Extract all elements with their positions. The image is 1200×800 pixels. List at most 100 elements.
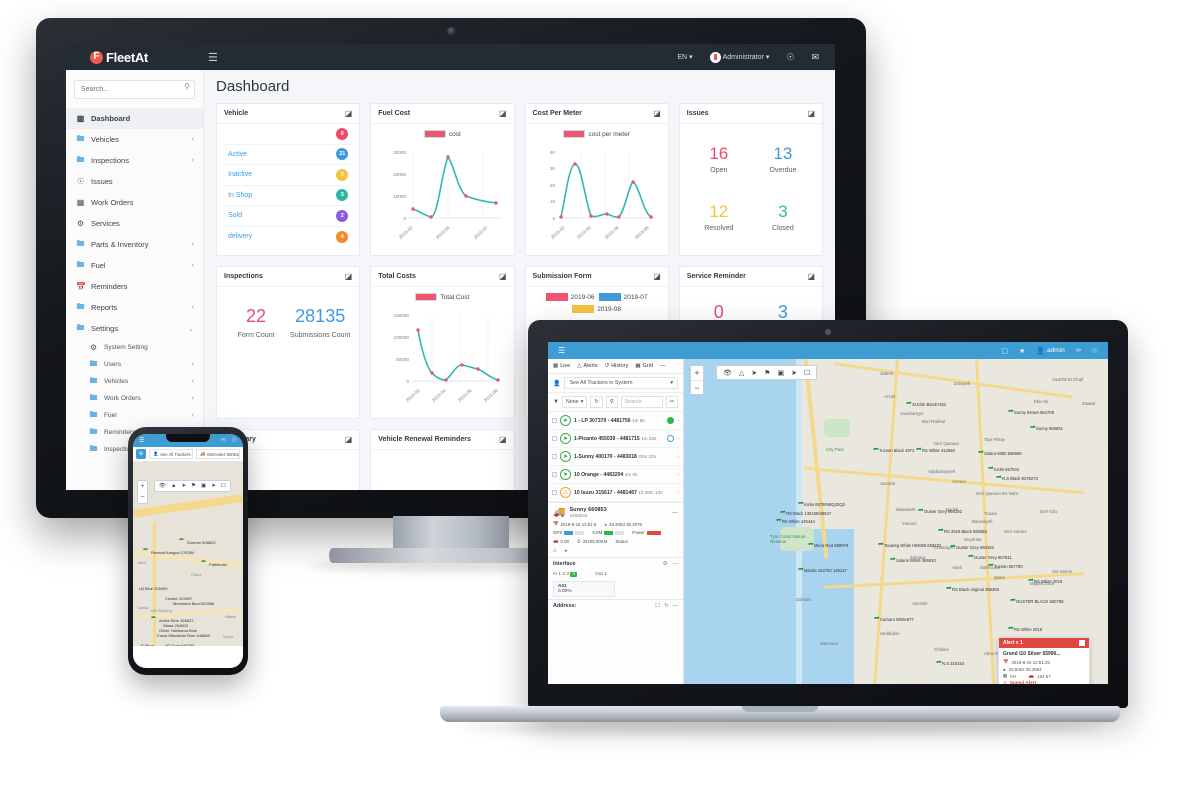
- zoom-out-button[interactable]: −: [691, 380, 703, 394]
- map-marker-icon[interactable]: ➦: [179, 536, 184, 543]
- vehicle-row[interactable]: In Shop 3: [224, 186, 353, 206]
- sidebar-item-services[interactable]: ⚙ Services: [66, 213, 203, 234]
- map-marker-icon[interactable]: ➦: [1010, 596, 1016, 604]
- tracker-list-item[interactable]: ➤ 1 - LP 307379 - 4481756 1m 9s ›: [548, 412, 683, 430]
- sidebar-item-settings-fuel[interactable]: 🖿 Fuel ‹: [79, 407, 203, 424]
- external-link-icon[interactable]: ◪: [807, 109, 815, 118]
- eye-icon[interactable]: 👁: [159, 483, 166, 489]
- zoom-out-button[interactable]: −: [138, 492, 147, 503]
- send-icon[interactable]: ➤: [211, 483, 216, 489]
- search-icon[interactable]: ⚲: [605, 396, 618, 408]
- send-icon[interactable]: ➤: [791, 369, 797, 377]
- map-zoom-control[interactable]: + −: [690, 365, 704, 395]
- sidebar-item-inspections[interactable]: 🖿 Inspections ‹: [66, 150, 203, 171]
- map-marker-icon[interactable]: ➦: [873, 445, 879, 453]
- map-marker-icon[interactable]: ➦: [978, 448, 984, 456]
- chevron-right-icon[interactable]: ›: [677, 454, 679, 460]
- external-link-icon[interactable]: ◪: [653, 272, 661, 281]
- tracker-checkbox[interactable]: [552, 490, 557, 495]
- refresh-icon[interactable]: ↻: [664, 603, 669, 609]
- flag-icon[interactable]: ⚑: [191, 483, 196, 489]
- hamburger-icon[interactable]: ☰: [139, 437, 144, 444]
- bell-icon[interactable]: △: [553, 547, 557, 553]
- layers-icon[interactable]: ☐: [804, 369, 810, 377]
- help-circle-icon[interactable]: ☉: [786, 52, 794, 63]
- vehicle-row[interactable]: 0: [224, 124, 353, 145]
- share-icon[interactable]: ∞: [1076, 347, 1081, 354]
- close-icon[interactable]: [1079, 640, 1085, 646]
- eye-icon[interactable]: 👁: [723, 369, 732, 377]
- sidebar-item-settings-vehicles[interactable]: 🖿 Vehicles ‹: [79, 373, 203, 390]
- tracker-search-input[interactable]: Search: [620, 396, 663, 408]
- map-marker-icon[interactable]: ➦: [878, 540, 884, 548]
- refresh-icon[interactable]: ↻: [590, 396, 603, 408]
- issue-cell-closed[interactable]: 3 Closed: [751, 189, 815, 248]
- minus-icon[interactable]: —: [673, 603, 678, 609]
- sidebar-item-work-orders[interactable]: ▦ Work Orders: [66, 192, 203, 213]
- map-marker-icon[interactable]: ➦: [780, 508, 786, 516]
- sidebar-item-reports[interactable]: 🖿 Reports ‹: [66, 297, 203, 318]
- bell-icon[interactable]: △: [739, 369, 744, 377]
- checkbox-icon[interactable]: ☐: [655, 603, 660, 609]
- phone-tracker-selector[interactable]: 👤 See All Trackers in: [149, 449, 193, 459]
- tracker-checkbox[interactable]: [552, 436, 557, 441]
- sidebar-item-fuel[interactable]: 🖿 Fuel ‹: [66, 255, 203, 276]
- map-marker-icon[interactable]: ➦: [798, 565, 804, 573]
- route-icon[interactable]: ➤: [751, 369, 757, 377]
- map-marker-icon[interactable]: ➦: [950, 542, 956, 550]
- sidebar-item-system-setting[interactable]: ⚙ System Setting: [79, 339, 203, 356]
- external-link-icon[interactable]: ◪: [499, 272, 507, 281]
- tab-alerts[interactable]: △ Alerts: [577, 363, 597, 369]
- map-marker-icon[interactable]: ➦: [996, 473, 1002, 481]
- issue-cell-overdue[interactable]: 13 Overdue: [751, 130, 815, 189]
- map-marker-icon[interactable]: ➦: [1008, 407, 1014, 415]
- vehicle-row[interactable]: Sold 2: [224, 206, 353, 227]
- filter-icon[interactable]: ▼: [553, 399, 559, 405]
- help-circle-icon[interactable]: ☉: [232, 437, 237, 444]
- map-marker-icon[interactable]: ➦: [1030, 423, 1036, 431]
- sidebar-item-settings-work-orders[interactable]: 🖿 Work Orders ‹: [79, 390, 203, 407]
- route-icon[interactable]: ➤: [181, 483, 186, 489]
- inspection-submissions-count[interactable]: 28135 Submissions Count: [288, 306, 352, 340]
- chevron-right-icon[interactable]: ›: [677, 418, 679, 424]
- map-marker-icon[interactable]: ➦: [916, 445, 922, 453]
- map-marker-icon[interactable]: ➦: [874, 614, 880, 622]
- zoom-in-button[interactable]: +: [691, 366, 703, 380]
- tab-history[interactable]: ↺ History: [605, 363, 629, 369]
- sidebar-item-users[interactable]: 🖿 Users ‹: [79, 356, 203, 373]
- sidebar-item-vehicles[interactable]: 🖿 Vehicles ‹: [66, 129, 203, 150]
- tracking-map[interactable]: + − 👁 △ ➤ ⚑ ▣ ➤ ☐ Aadchit El Chqif Zrari…: [684, 359, 1108, 684]
- star-icon[interactable]: ★: [1019, 347, 1025, 355]
- external-link-icon[interactable]: ◪: [499, 109, 507, 118]
- issue-cell-open[interactable]: 16 Open: [687, 130, 751, 189]
- inspection-form-count[interactable]: 22 Form Count: [224, 306, 288, 340]
- map-marker-icon[interactable]: ➦: [798, 499, 804, 507]
- map-marker-icon[interactable]: ➦: [776, 516, 782, 524]
- chevron-right-icon[interactable]: ›: [677, 436, 679, 442]
- envelope-icon[interactable]: ✉: [811, 52, 819, 63]
- tracker-list-item[interactable]: ➤ 10 Orange - 4483204 1m 0s ›: [548, 466, 683, 484]
- phone-zoom-control[interactable]: + −: [137, 480, 148, 504]
- brand-logo[interactable]: F FleetAt: [66, 50, 204, 65]
- map-marker-icon[interactable]: ➦: [906, 399, 912, 407]
- phone-vehicle-selector[interactable]: 🚚 Mercedes 550616 ▾: [196, 449, 240, 459]
- external-link-icon[interactable]: ◪: [807, 272, 815, 281]
- zoom-in-button[interactable]: +: [138, 481, 147, 492]
- user-menu[interactable]: Administrator ▾: [709, 51, 769, 63]
- filter-select[interactable]: None ▾: [561, 396, 588, 408]
- chevron-right-icon[interactable]: ›: [677, 472, 679, 478]
- camera-icon[interactable]: ▣: [777, 369, 784, 377]
- external-link-icon[interactable]: ◪: [345, 109, 353, 118]
- settings-wrench-icon[interactable]: ✂: [665, 396, 678, 408]
- tracker-list-item[interactable]: ➤ 1-Picanto 455039 - 4481715 1m 23s ›: [548, 430, 683, 448]
- tracker-checkbox[interactable]: [552, 454, 557, 459]
- map-marker-icon[interactable]: ➦: [1008, 624, 1014, 632]
- map-marker-icon[interactable]: ➦: [151, 614, 156, 621]
- phone-map[interactable]: + − 👁 ▲ ➤ ⚑ ▣ ➤ ☐ ➦ Sorento 508823 ➦ Ren…: [133, 462, 243, 646]
- sidebar-item-settings[interactable]: 🖿 Settings ⌄: [66, 318, 203, 339]
- map-marker-icon[interactable]: ➦: [988, 561, 994, 569]
- vehicle-row[interactable]: Active 21: [224, 145, 353, 165]
- vehicle-row[interactable]: delivery 4: [224, 227, 352, 248]
- minus-icon[interactable]: —: [660, 363, 666, 369]
- user-menu[interactable]: 👤 admin: [1036, 347, 1064, 355]
